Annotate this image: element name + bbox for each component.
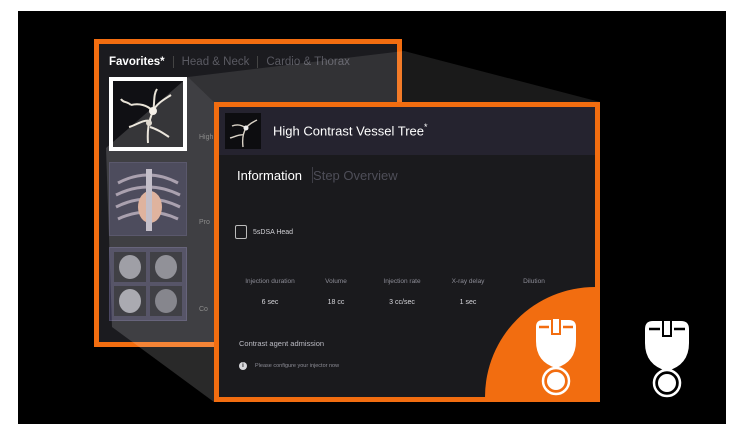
detail-tabs: Information Step Overview xyxy=(237,167,408,183)
partial-label: Pro xyxy=(199,219,210,226)
vessel-tree-image xyxy=(113,81,183,147)
tab-favorites[interactable]: Favorites* xyxy=(109,56,173,68)
detail-header: High Contrast Vessel Tree* xyxy=(219,107,595,155)
tab-step-overview[interactable]: Step Overview xyxy=(313,168,408,183)
injection-parameters: Injection duration 6 sec Volume 18 cc In… xyxy=(237,271,567,306)
param-injection-duration: Injection duration 6 sec xyxy=(245,278,295,306)
tab-information[interactable]: Information xyxy=(237,168,312,183)
param-volume: Volume 18 cc xyxy=(325,278,347,306)
param-xray-delay: X-ray delay 1 sec xyxy=(451,278,485,306)
head-slices-image xyxy=(110,248,186,320)
protocol-name: 5sDSA Head xyxy=(253,228,294,236)
detail-thumbnail xyxy=(225,113,261,149)
tab-head-neck[interactable]: Head & Neck xyxy=(174,56,258,68)
protocol-detail-panel: High Contrast Vessel Tree* Information S… xyxy=(214,102,600,402)
category-tabs: Favorites* Head & Neck Cardio & Thorax xyxy=(109,56,358,68)
protocol-thumbnail-vessel-tree[interactable] xyxy=(109,77,187,151)
vessel-tree-image xyxy=(229,119,258,148)
partial-label: Co xyxy=(199,306,208,313)
injector-icon xyxy=(645,321,689,398)
info-icon: i xyxy=(239,362,247,370)
info-text: Please configure your injector now xyxy=(255,363,340,369)
stage: Favorites* Head & Neck Cardio & Thorax H… xyxy=(18,11,726,424)
tab-cardio-thorax[interactable]: Cardio & Thorax xyxy=(258,56,358,68)
param-injection-rate: Injection rate 3 cc/sec xyxy=(383,278,421,306)
protocol-icon xyxy=(235,225,247,239)
protocol-thumbnail-thorax[interactable] xyxy=(109,162,187,236)
thorax-image xyxy=(110,163,186,235)
contrast-agent-label: Contrast agent admission xyxy=(239,339,325,348)
protocol-thumbnail-head-slices[interactable] xyxy=(109,247,187,321)
partial-label: High xyxy=(199,134,214,141)
injector-notice: i Please configure your injector now xyxy=(239,362,339,370)
injector-icon xyxy=(534,318,578,396)
protocol-row: 5sDSA Head xyxy=(235,225,293,239)
protocol-title: High Contrast Vessel Tree* xyxy=(273,122,428,139)
